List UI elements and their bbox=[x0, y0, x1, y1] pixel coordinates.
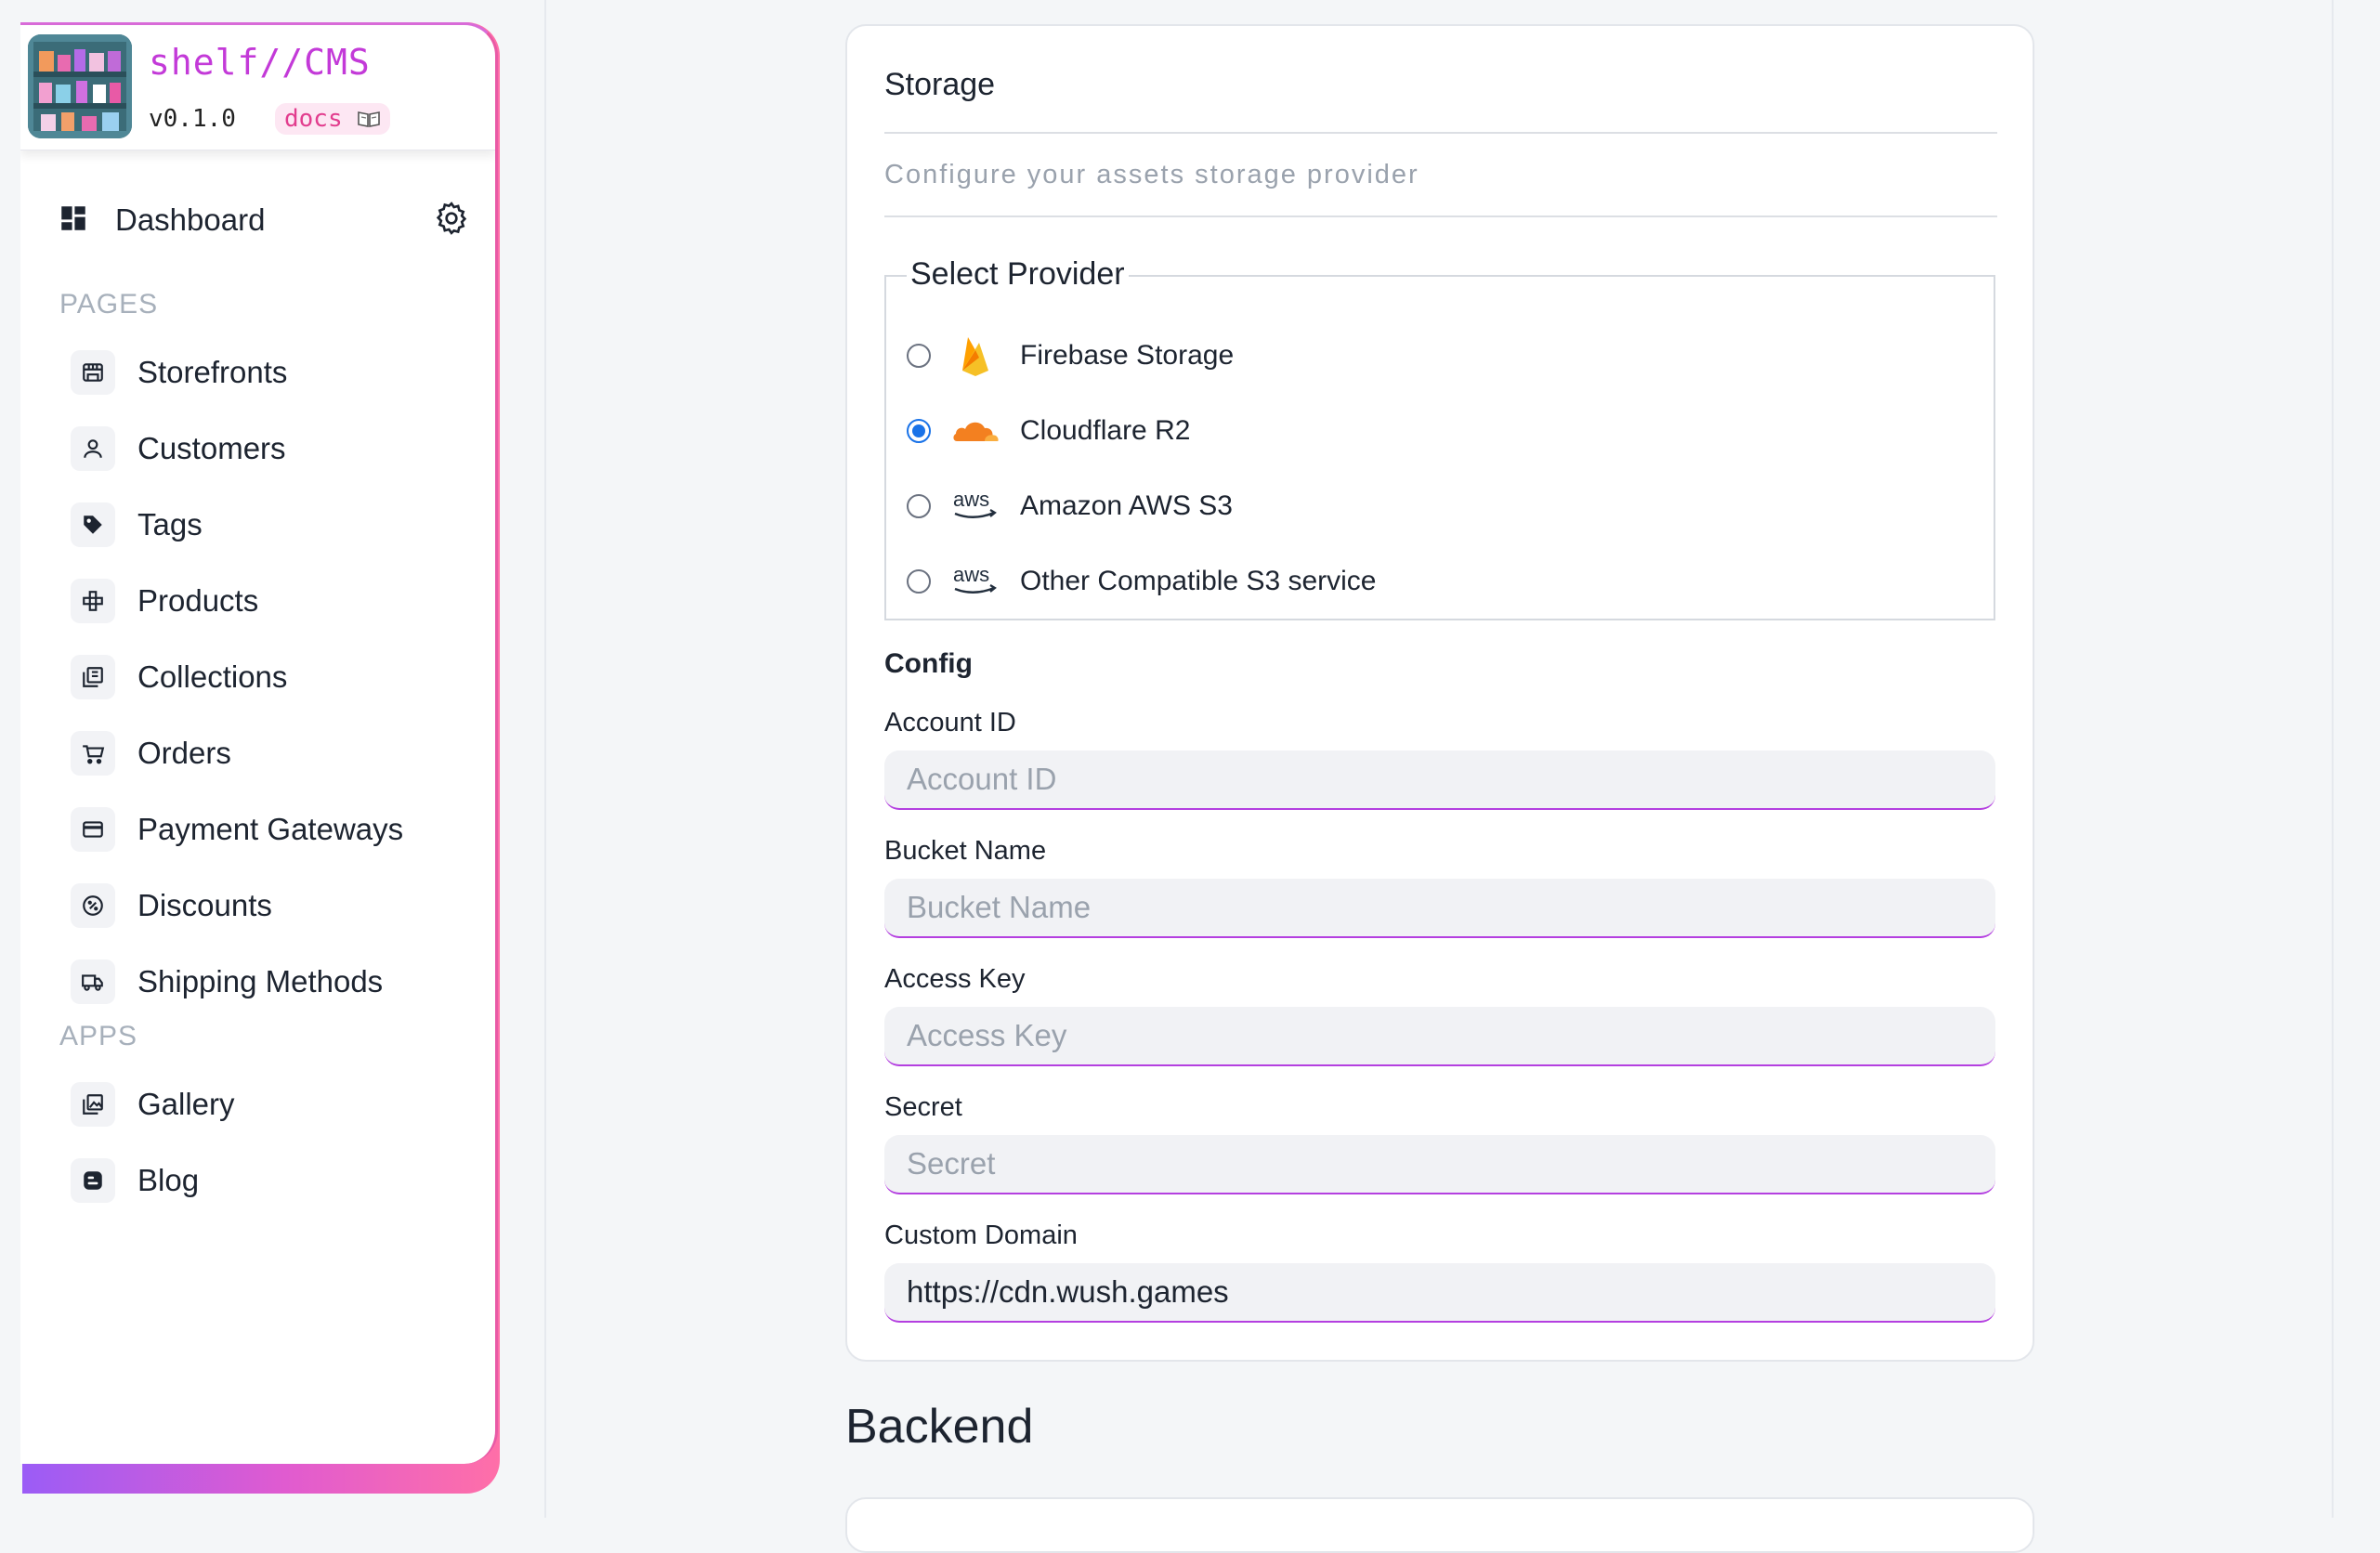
brand-name: shelf//CMS bbox=[149, 42, 371, 83]
firebase-icon bbox=[949, 333, 1001, 379]
provider-label: Firebase Storage bbox=[1020, 340, 1235, 371]
card-subtitle: Configure your assets storage provider bbox=[884, 160, 1419, 189]
sidebar-item-label: Shipping Methods bbox=[137, 964, 384, 998]
truck-icon bbox=[71, 959, 115, 1004]
account-id-label: Account ID bbox=[884, 708, 1016, 737]
config-title: Config bbox=[884, 648, 973, 679]
person-icon bbox=[71, 426, 115, 471]
radio-button[interactable] bbox=[907, 494, 931, 518]
radio-button-selected[interactable] bbox=[907, 419, 931, 443]
sidebar-item-shipping-methods[interactable]: Shipping Methods bbox=[71, 956, 383, 1008]
tag-icon bbox=[71, 502, 115, 547]
backend-card bbox=[845, 1497, 2034, 1553]
provider-option-aws-s3[interactable]: aws Amazon AWS S3 bbox=[907, 483, 1233, 529]
sidebar-item-label: Discounts bbox=[137, 888, 272, 922]
custom-domain-label: Custom Domain bbox=[884, 1220, 1078, 1250]
secret-label: Secret bbox=[884, 1092, 962, 1122]
sidebar: shelf//CMS v0.1.0 docs Dashboard PAGES S… bbox=[20, 22, 498, 1464]
aws-icon: aws bbox=[949, 483, 1001, 529]
sidebar-item-label: Gallery bbox=[137, 1087, 235, 1121]
sidebar-item-dashboard[interactable]: Dashboard bbox=[58, 200, 265, 241]
bucket-name-input[interactable] bbox=[884, 879, 1995, 938]
custom-domain-input[interactable] bbox=[884, 1263, 1995, 1323]
card-title: Storage bbox=[884, 67, 996, 102]
provider-option-firebase[interactable]: Firebase Storage bbox=[907, 333, 1234, 379]
backend-section-title: Backend bbox=[845, 1400, 1034, 1454]
sidebar-item-label: Collections bbox=[137, 659, 288, 694]
bucket-name-label: Bucket Name bbox=[884, 836, 1047, 866]
divider bbox=[884, 132, 1997, 134]
sidebar-item-tags[interactable]: Tags bbox=[71, 499, 203, 551]
sidebar-item-blog[interactable]: Blog bbox=[71, 1155, 199, 1207]
provider-legend: Select Provider bbox=[907, 256, 1129, 293]
access-key-input[interactable] bbox=[884, 1007, 1995, 1066]
storefront-icon bbox=[71, 350, 115, 395]
sidebar-item-label: Customers bbox=[137, 431, 286, 465]
settings-gear-icon[interactable] bbox=[433, 200, 470, 237]
shelf-logo-icon[interactable] bbox=[28, 34, 132, 138]
provider-option-cloudflare[interactable]: Cloudflare R2 bbox=[907, 408, 1190, 454]
sidebar-item-storefronts[interactable]: Storefronts bbox=[71, 346, 287, 398]
brand-header: shelf//CMS v0.1.0 docs bbox=[20, 25, 495, 150]
gallery-icon bbox=[71, 1082, 115, 1127]
provider-label: Amazon AWS S3 bbox=[1020, 490, 1233, 521]
aws-icon: aws bbox=[949, 558, 1001, 605]
sidebar-item-collections[interactable]: Collections bbox=[71, 651, 287, 703]
sidebar-item-label: Products bbox=[137, 583, 259, 618]
provider-option-other-s3[interactable]: aws Other Compatible S3 service bbox=[907, 558, 1377, 605]
account-id-input[interactable] bbox=[884, 750, 1995, 810]
radio-button[interactable] bbox=[907, 569, 931, 594]
sidebar-item-label: Tags bbox=[137, 507, 203, 542]
aws-logo-text: aws bbox=[953, 488, 989, 511]
sidebar-item-label: Orders bbox=[137, 736, 231, 770]
content-divider-left bbox=[544, 0, 546, 1518]
credit-card-icon bbox=[71, 807, 115, 852]
docs-label: docs bbox=[284, 105, 343, 133]
sidebar-item-discounts[interactable]: Discounts bbox=[71, 880, 272, 932]
provider-label: Other Compatible S3 service bbox=[1020, 566, 1377, 596]
cloudflare-icon bbox=[949, 408, 1001, 454]
sidebar-item-label: Dashboard bbox=[115, 202, 266, 237]
collections-icon bbox=[71, 655, 115, 699]
sidebar-item-orders[interactable]: Orders bbox=[71, 727, 231, 779]
content-divider-right bbox=[2332, 0, 2334, 1518]
book-icon bbox=[357, 105, 381, 133]
dashboard-icon bbox=[58, 202, 89, 239]
sidebar-item-payment-gateways[interactable]: Payment Gateways bbox=[71, 803, 403, 855]
secret-input[interactable] bbox=[884, 1135, 1995, 1194]
sidebar-item-label: Blog bbox=[137, 1163, 200, 1197]
sidebar-item-label: Storefronts bbox=[137, 355, 288, 389]
sidebar-item-gallery[interactable]: Gallery bbox=[71, 1078, 235, 1130]
provider-label: Cloudflare R2 bbox=[1020, 415, 1191, 446]
apps-section-title: APPS bbox=[59, 1021, 138, 1051]
divider bbox=[884, 215, 1997, 217]
brand-version: v0.1.0 bbox=[149, 105, 236, 133]
docs-link[interactable]: docs bbox=[275, 103, 391, 135]
storage-card: Storage Configure your assets storage pr… bbox=[845, 24, 2034, 1362]
cart-icon bbox=[71, 731, 115, 776]
radio-button[interactable] bbox=[907, 344, 931, 368]
blog-icon bbox=[71, 1158, 115, 1203]
sidebar-item-customers[interactable]: Customers bbox=[71, 423, 286, 475]
access-key-label: Access Key bbox=[884, 964, 1026, 994]
products-icon bbox=[71, 579, 115, 623]
aws-logo-text: aws bbox=[953, 563, 989, 586]
discount-icon bbox=[71, 883, 115, 928]
sidebar-item-products[interactable]: Products bbox=[71, 575, 258, 627]
sidebar-item-label: Payment Gateways bbox=[137, 812, 404, 846]
pages-section-title: PAGES bbox=[59, 289, 159, 320]
